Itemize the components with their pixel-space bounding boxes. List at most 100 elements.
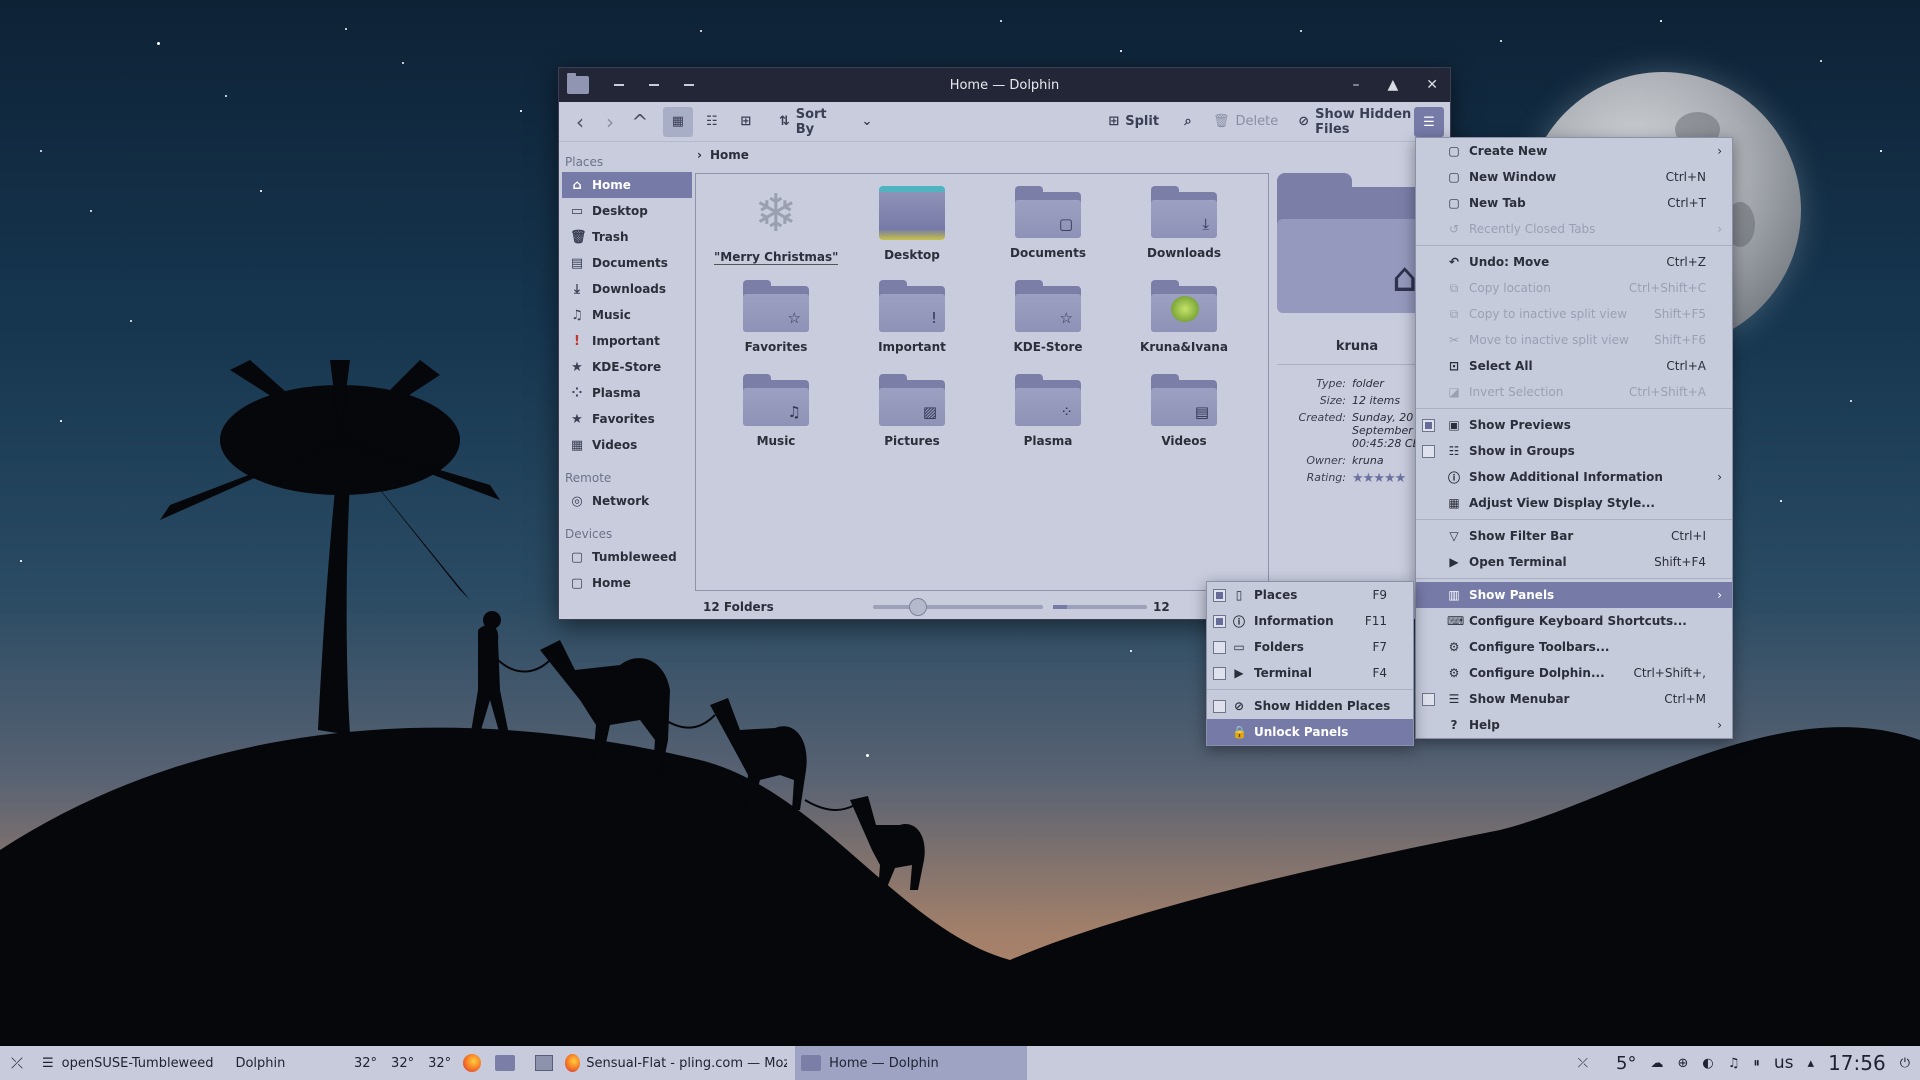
- back-icon[interactable]: ‹: [565, 107, 595, 137]
- menu-item-places[interactable]: ▯ Places F9: [1207, 582, 1413, 608]
- menu-item-configure-dolphin[interactable]: ⚙ Configure Dolphin... Ctrl+Shift+,: [1416, 660, 1732, 686]
- sidebar-item-home[interactable]: ⌂ Home: [562, 172, 692, 198]
- menu-item-new-window[interactable]: ▢ New Window Ctrl+N: [1416, 164, 1732, 190]
- sidebar-item-plasma[interactable]: ⁘ Plasma: [562, 380, 692, 406]
- checkbox[interactable]: [1213, 699, 1226, 713]
- details-view-icon[interactable]: ⊞: [731, 107, 761, 137]
- menu-item-terminal[interactable]: ▶ Terminal F4: [1207, 660, 1413, 686]
- tray-expand-icon[interactable]: ▴: [1808, 1056, 1815, 1071]
- zoom-slider-handle[interactable]: [909, 598, 927, 616]
- file-item[interactable]: ▨ Pictures: [850, 374, 974, 448]
- checkbox[interactable]: [1422, 444, 1435, 458]
- file-item[interactable]: ♫ Music: [714, 374, 838, 448]
- audio-icon[interactable]: ◐: [1702, 1056, 1713, 1071]
- menu-item-undo-move[interactable]: ↶ Undo: Move Ctrl+Z: [1416, 249, 1732, 275]
- menu-item-show-in-groups[interactable]: ☷ Show in Groups: [1416, 438, 1732, 464]
- minimize-button[interactable]: –: [1352, 77, 1359, 93]
- file-item[interactable]: ⁘ Plasma: [986, 374, 1110, 448]
- icons-view-icon[interactable]: ▦: [662, 106, 693, 137]
- sidebar-item-kde-store[interactable]: ★ KDE-Store: [562, 354, 692, 380]
- menu-item-invert-selection[interactable]: ◪ Invert Selection Ctrl+Shift+A: [1416, 379, 1732, 405]
- up-icon[interactable]: ^: [625, 107, 655, 137]
- compact-view-icon[interactable]: ☷: [697, 107, 727, 137]
- sidebar-item-videos[interactable]: ▦ Videos: [562, 432, 692, 458]
- menu-item-show-previews[interactable]: ▣ Show Previews: [1416, 412, 1732, 438]
- sidebar-item-desktop[interactable]: ▭ Desktop: [562, 198, 692, 224]
- menu-item-move-to-inactive-split-view[interactable]: ✂ Move to inactive split view Shift+F6: [1416, 327, 1732, 353]
- menu-item-adjust-view-display-style[interactable]: ▦ Adjust View Display Style...: [1416, 490, 1732, 516]
- app-launcher-icon[interactable]: ⤫: [0, 1046, 34, 1080]
- menu-item-show-additional-information[interactable]: ⓘ Show Additional Information ›: [1416, 464, 1732, 490]
- keyboard-layout[interactable]: us: [1774, 1053, 1794, 1073]
- menu-item-copy-location[interactable]: ⧉ Copy location Ctrl+Shift+C: [1416, 275, 1732, 301]
- sidebar-item-favorites[interactable]: ★ Favorites: [562, 406, 692, 432]
- menu-item-configure-toolbars[interactable]: ⚙ Configure Toolbars...: [1416, 634, 1732, 660]
- menu-item-show-hidden-places[interactable]: ⊘ Show Hidden Places: [1207, 693, 1413, 719]
- menu-item-unlock-panels[interactable]: 🔒 Unlock Panels: [1207, 719, 1413, 745]
- clock[interactable]: 17:56: [1828, 1051, 1886, 1075]
- media-icon[interactable]: ⏸: [1753, 1056, 1760, 1071]
- file-item[interactable]: ! Important: [850, 280, 974, 354]
- sidebar-item-trash[interactable]: 🗑 Trash: [562, 224, 692, 250]
- menu-item-show-filter-bar[interactable]: ▽ Show Filter Bar Ctrl+I: [1416, 523, 1732, 549]
- file-item[interactable]: ☆ KDE-Store: [986, 280, 1110, 354]
- dolphin-launcher-icon[interactable]: [491, 1046, 519, 1080]
- checkbox[interactable]: [1213, 588, 1226, 602]
- close-button[interactable]: ✕: [1426, 77, 1438, 93]
- maximize-button[interactable]: ▲: [1387, 77, 1398, 93]
- menu-item-recently-closed-tabs[interactable]: ↺ Recently Closed Tabs ›: [1416, 216, 1732, 242]
- breadcrumb-current[interactable]: Home: [710, 148, 749, 162]
- file-item[interactable]: Kruna&Ivana: [1122, 280, 1246, 354]
- zoom-slider[interactable]: [873, 598, 1043, 616]
- power-icon[interactable]: ⏻: [1900, 1056, 1910, 1071]
- menu-item-show-menubar[interactable]: ☰ Show Menubar Ctrl+M: [1416, 686, 1732, 712]
- task-dolphin[interactable]: Home — Dolphin: [795, 1046, 1028, 1080]
- sidebar-item-important[interactable]: ! Important: [562, 328, 692, 354]
- sidebar-item-network[interactable]: ◎ Network: [562, 488, 692, 514]
- file-item[interactable]: ▢ Documents: [986, 186, 1110, 260]
- checkbox[interactable]: [1213, 640, 1226, 654]
- split-button[interactable]: ⊞ Split: [1104, 107, 1163, 137]
- breadcrumb[interactable]: › Home: [697, 148, 749, 162]
- sidebar-item-home[interactable]: ▢ Home: [562, 570, 692, 596]
- firefox-launcher-icon[interactable]: [459, 1046, 491, 1080]
- activity-pager[interactable]: ☰ openSUSE-Tumbleweed Dolphin: [34, 1046, 324, 1080]
- checkbox[interactable]: [1213, 614, 1226, 628]
- file-item[interactable]: ❄ "Merry Christmas": [714, 186, 838, 265]
- checkbox[interactable]: [1422, 692, 1435, 706]
- search-icon[interactable]: ⌕: [1173, 107, 1203, 137]
- menu-item-configure-keyboard-shortcuts[interactable]: ⌨ Configure Keyboard Shortcuts...: [1416, 608, 1732, 634]
- sidebar-item-downloads[interactable]: ⤓ Downloads: [562, 276, 692, 302]
- shortcut-label: Ctrl+N: [1665, 170, 1706, 184]
- sidebar-item-music[interactable]: ♫ Music: [562, 302, 692, 328]
- forward-icon[interactable]: ›: [595, 107, 625, 137]
- menu-item-open-terminal[interactable]: ▶ Open Terminal Shift+F4: [1416, 549, 1732, 575]
- hamburger-menu-button[interactable]: ☰: [1414, 107, 1444, 137]
- file-item[interactable]: ▤ Videos: [1122, 374, 1246, 448]
- notifications-icon[interactable]: ♫: [1728, 1056, 1740, 1071]
- file-view[interactable]: ❄ "Merry Christmas" Desktop ▢ Documents ⤓ Down…: [695, 173, 1269, 591]
- menu-item-select-all[interactable]: ⊡ Select All Ctrl+A: [1416, 353, 1732, 379]
- weather-temp[interactable]: 5°: [1616, 1053, 1636, 1074]
- checkbox[interactable]: [1422, 418, 1435, 432]
- file-item[interactable]: ⤓ Downloads: [1122, 186, 1246, 260]
- file-item[interactable]: Desktop: [850, 186, 974, 262]
- menu-item-copy-to-inactive-split-view[interactable]: ⧉ Copy to inactive split view Shift+F5: [1416, 301, 1732, 327]
- network-activity-icon[interactable]: ⤫: [1578, 1056, 1588, 1071]
- checkbox[interactable]: [1213, 666, 1226, 680]
- menu-item-help[interactable]: ? Help ›: [1416, 712, 1732, 738]
- weather-icon[interactable]: ☁: [1650, 1056, 1663, 1071]
- menu-item-new-tab[interactable]: ▢ New Tab Ctrl+T: [1416, 190, 1732, 216]
- menu-item-information[interactable]: ⓘ Information F11: [1207, 608, 1413, 634]
- sidebar-item-documents[interactable]: ▤ Documents: [562, 250, 692, 276]
- menu-item-show-panels[interactable]: ▥ Show Panels ›: [1416, 582, 1732, 608]
- menu-item-create-new[interactable]: ▢ Create New ›: [1416, 138, 1732, 164]
- sort-by-button[interactable]: ⇅ Sort By ⌄: [773, 107, 879, 137]
- menu-item-folders[interactable]: ▭ Folders F7: [1207, 634, 1413, 660]
- updates-icon[interactable]: ⊕: [1677, 1056, 1688, 1071]
- delete-button[interactable]: 🗑 Delete: [1213, 107, 1278, 137]
- file-item[interactable]: ☆ Favorites: [714, 280, 838, 354]
- task-firefox[interactable]: Sensual-Flat - pling.com — Mozilla ...: [559, 1046, 795, 1080]
- sidebar-item-tumbleweed[interactable]: ▢ Tumbleweed: [562, 544, 692, 570]
- show-desktop-icon[interactable]: [529, 1046, 559, 1080]
